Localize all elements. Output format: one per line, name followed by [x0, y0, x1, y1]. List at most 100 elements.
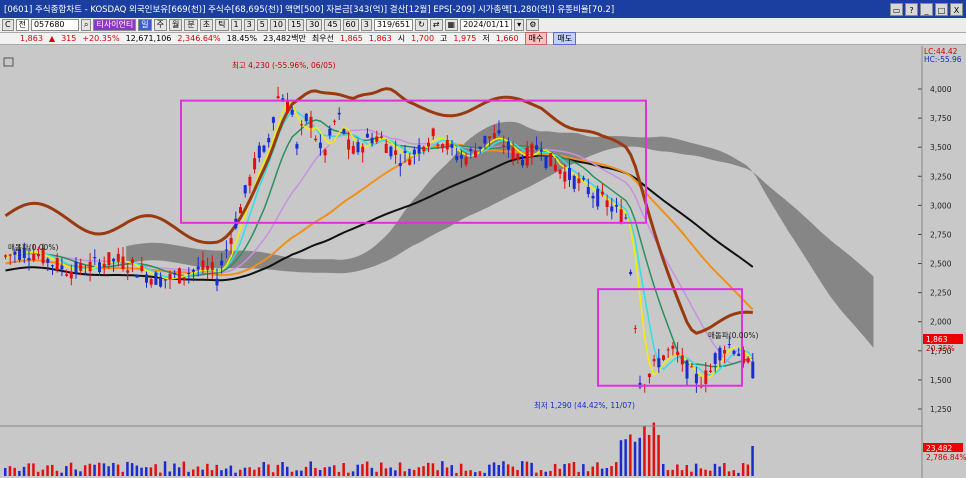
candle-body — [323, 149, 327, 156]
period-tick-button[interactable]: 틱 — [215, 19, 229, 31]
volume-bar — [239, 469, 242, 476]
volume: 12,671,106 — [125, 34, 172, 43]
candle-body — [196, 266, 200, 270]
volume-bar — [192, 469, 195, 476]
candle-body — [187, 272, 191, 275]
candle-body — [657, 358, 661, 368]
volume-bar — [126, 461, 129, 476]
minute-3-button[interactable]: 3 — [243, 19, 255, 31]
more-button[interactable]: 3 — [360, 19, 372, 31]
volume-bar — [624, 439, 627, 476]
candle-body — [309, 116, 313, 128]
volume-bar — [666, 470, 670, 476]
volume-bar — [286, 466, 289, 476]
volume-bar — [356, 464, 359, 476]
close-icon[interactable]: X — [950, 2, 963, 16]
volume-bar — [27, 463, 30, 476]
volume-bar — [511, 466, 515, 476]
volume-bar — [629, 434, 632, 476]
price-chart[interactable]: 4,000 3,750 3,500 3,250 3,000 2,750 2,500 2,250… — [0, 46, 966, 478]
maximize-icon[interactable]: □ — [935, 2, 948, 16]
volume-bar — [591, 466, 594, 476]
period-month-button[interactable]: 월 — [169, 19, 183, 31]
volume-bar — [365, 461, 369, 476]
stock-code-input[interactable]: 057680 — [30, 19, 79, 31]
period-second-button[interactable]: 초 — [199, 19, 214, 31]
candle-body — [737, 353, 741, 357]
minute-30-button[interactable]: 30 — [306, 19, 323, 31]
window-title: [0601] 주식종합차트 - KOSDAQ 외국인보유[669(천)] 주식수… — [4, 5, 615, 15]
candle-body — [605, 200, 609, 208]
volume-bar — [751, 446, 754, 476]
calendar-icon[interactable]: ▾ — [514, 19, 525, 31]
volume-bar — [22, 466, 26, 476]
candle-body — [492, 133, 496, 139]
date-input[interactable]: 2024/01/11 — [460, 19, 513, 31]
candle-body — [478, 146, 482, 149]
candle-body — [647, 373, 651, 378]
grid-icon[interactable]: ▦ — [444, 19, 459, 31]
current-pct-label: 20.35% — [926, 344, 955, 353]
volume-bar — [257, 467, 261, 476]
candle-body — [159, 276, 163, 287]
volume-bar — [615, 462, 618, 476]
volume-bar — [563, 464, 566, 476]
candle-body — [347, 139, 351, 150]
volume-bar — [431, 463, 435, 476]
volume-bar — [408, 468, 411, 476]
hc-label: HC:-55.96 — [924, 55, 962, 64]
candle-body — [290, 109, 294, 115]
volume-bar — [582, 464, 585, 476]
minimize-icon[interactable]: _ — [920, 2, 933, 16]
minute-45-button[interactable]: 45 — [324, 19, 341, 31]
candle-body — [60, 265, 64, 270]
volume-bar — [647, 434, 651, 476]
volume-bar — [159, 472, 162, 476]
volume-bar — [337, 471, 341, 476]
refresh-icon[interactable]: ↻ — [415, 19, 428, 31]
minute-5-button[interactable]: 5 — [256, 19, 268, 31]
volume-bar — [182, 461, 186, 476]
volume-bar — [98, 462, 101, 476]
search-icon[interactable]: ⌕ — [80, 19, 92, 31]
settings-icon[interactable]: ⚙ — [526, 19, 540, 31]
buy-button[interactable]: 매수 — [524, 32, 548, 45]
restore-icon[interactable]: ▭ — [890, 2, 903, 16]
candle-body — [201, 260, 205, 270]
minute-1-button[interactable]: 1 — [230, 19, 242, 31]
volume-bar — [215, 464, 218, 476]
minute-10-button[interactable]: 10 — [269, 19, 286, 31]
volume-bar — [41, 469, 45, 476]
minute-15-button[interactable]: 15 — [287, 19, 305, 31]
volume-bar — [685, 465, 688, 476]
candle-body — [619, 209, 623, 224]
volume-bar — [347, 472, 350, 476]
market-select[interactable]: 전 — [15, 19, 29, 31]
volume-bar — [361, 464, 364, 476]
stock-name[interactable]: 티사이언티 — [93, 19, 137, 31]
tab-c[interactable]: C — [2, 19, 14, 31]
volume-bar — [412, 469, 416, 476]
candle-body — [389, 146, 393, 157]
volume-bar — [488, 464, 491, 476]
help-icon[interactable]: ? — [905, 2, 918, 16]
high-price: 1,975 — [453, 34, 477, 43]
volume-bar — [69, 462, 73, 476]
candle-body — [300, 124, 304, 126]
candle-body — [351, 145, 355, 154]
period-minute-button[interactable]: 분 — [184, 19, 198, 31]
arrows-icon[interactable]: ⇄ — [429, 19, 443, 31]
candle-body — [239, 207, 242, 214]
candle-body — [51, 265, 54, 267]
volume-bar — [163, 461, 167, 476]
period-day-button[interactable]: 일 — [138, 19, 152, 31]
volume-bar — [718, 466, 721, 476]
period-week-button[interactable]: 주 — [153, 19, 168, 31]
candle-body — [558, 169, 562, 174]
count-input[interactable]: 319/651 — [373, 19, 414, 31]
volume-bar — [145, 467, 148, 476]
sell-button[interactable]: 매도 — [553, 32, 577, 45]
minute-60-button[interactable]: 60 — [342, 19, 359, 31]
volume-bar — [370, 467, 374, 476]
volume-bar — [4, 467, 7, 476]
